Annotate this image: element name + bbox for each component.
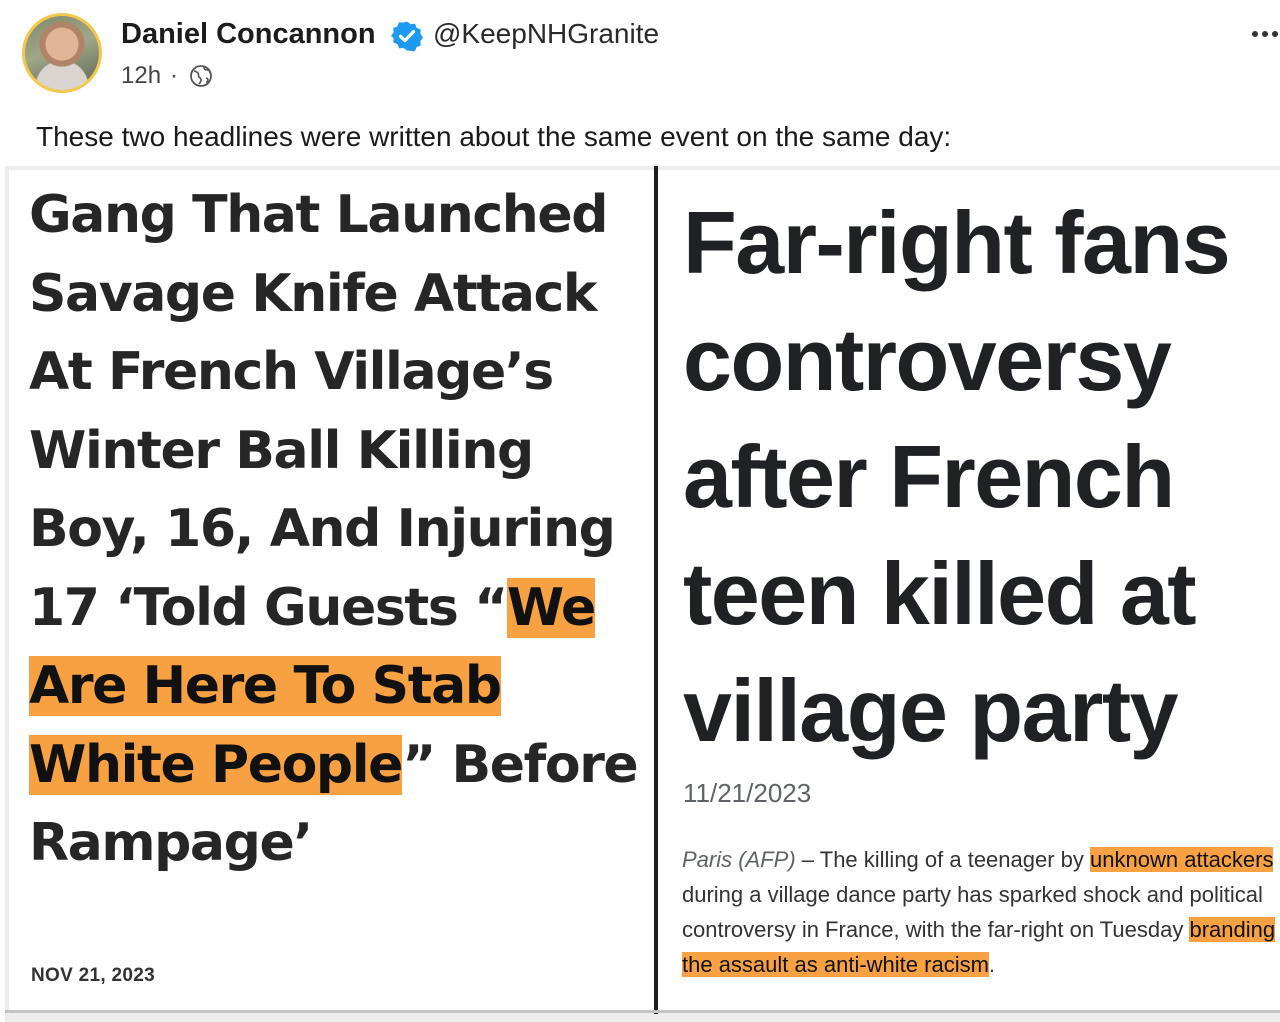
left-article-date: NOV 21, 2023 (31, 965, 156, 986)
avatar-photo (25, 16, 99, 90)
right-article-screenshot: Far-right fans controversy after French … (658, 170, 1280, 1010)
social-post: Daniel Concannon @KeepNHGranite 12h · Th… (0, 0, 1280, 1022)
left-headline: Gang That Launched Savage Knife Attack A… (29, 176, 654, 883)
body-part-3: . (988, 952, 996, 977)
image-bottom-rule (5, 1010, 1280, 1013)
left-headline-part-1: Gang That Launched Savage Knife Attack A… (29, 185, 616, 638)
body-part-2: during a village dance party has sparked… (682, 882, 1263, 942)
author-handle[interactable]: @KeepNHGranite (433, 14, 659, 54)
more-options-icon[interactable] (1250, 28, 1280, 40)
post-caption: These two headlines were written about t… (36, 121, 952, 152)
right-article-date: 11/21/2023 (683, 778, 812, 808)
left-headline-highlight-1: We (506, 577, 596, 638)
avatar[interactable] (22, 13, 102, 93)
verified-badge-icon (391, 21, 423, 52)
meta-separator: · (170, 62, 178, 89)
globe-icon (190, 65, 212, 87)
dateline: Paris (AFP) (682, 847, 796, 872)
body-highlight-1: unknown attackers (1090, 847, 1274, 872)
right-headline: Far-right fans controversy after French … (683, 193, 1231, 760)
body-part-1: – The killing of a teenager by (795, 847, 1091, 872)
post-timestamp[interactable]: 12h (121, 60, 161, 92)
author-name[interactable]: Daniel Concannon (121, 14, 376, 54)
right-article-body: Paris (AFP) – The killing of a teenager … (682, 842, 1276, 982)
left-article-screenshot: Gang That Launched Savage Knife Attack A… (9, 170, 654, 1010)
